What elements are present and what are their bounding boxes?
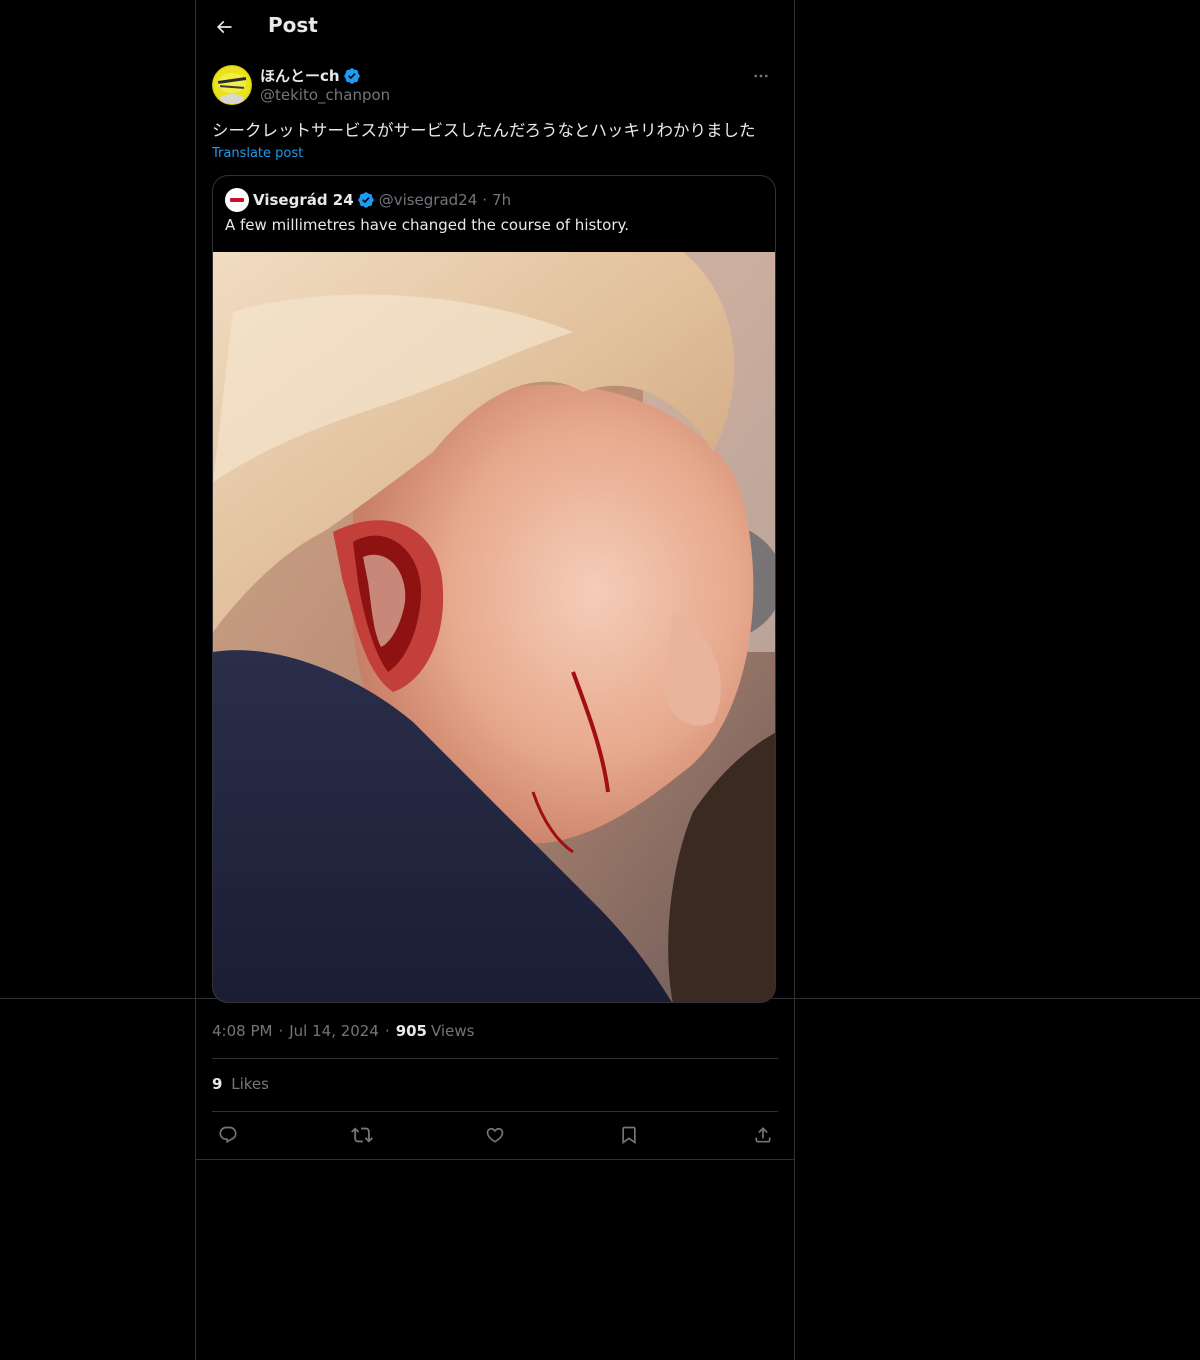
heart-icon [485, 1125, 505, 1145]
quoted-post-time: 7h [492, 191, 512, 209]
divider [212, 1111, 778, 1112]
reply-button[interactable] [212, 1119, 244, 1151]
bookmark-button[interactable] [613, 1119, 645, 1151]
post-column: Post ほんとーch @tekito_chanpon シークレットサービスがサ… [195, 0, 795, 1360]
post-bottom-border [196, 1159, 794, 1160]
repost-icon [351, 1124, 373, 1146]
separator-dot: · [384, 1022, 390, 1040]
header: Post [196, 0, 794, 54]
separator-dot: · [482, 191, 488, 209]
author-name[interactable]: ほんとーch [260, 65, 361, 86]
post-text: シークレットサービスがサービスしたんだろうなとハッキリわかりました [212, 121, 756, 140]
bookmark-icon [619, 1125, 639, 1145]
post-date[interactable]: Jul 14, 2024 [289, 1022, 379, 1040]
more-horizontal-icon [752, 67, 770, 85]
author-name-label: ほんとーch [260, 67, 340, 85]
post-actions [212, 1119, 778, 1151]
reply-icon [218, 1125, 238, 1145]
post-author: ほんとーch @tekito_chanpon [212, 64, 778, 106]
likes-summary[interactable]: 9 Likes [212, 1075, 269, 1093]
quoted-author-name: Visegrád 24 [253, 191, 354, 209]
quoted-post-header: Visegrád 24 @visegrad24 · 7h [225, 188, 511, 212]
post-meta: 4:08 PM · Jul 14, 2024 · 905 Views [212, 1022, 474, 1040]
more-button[interactable] [746, 64, 776, 88]
likes-label: Likes [231, 1075, 269, 1093]
quoted-author-handle: @visegrad24 [378, 191, 478, 209]
post-time[interactable]: 4:08 PM [212, 1022, 272, 1040]
quoted-post-text: A few millimetres have changed the cours… [225, 216, 630, 234]
verified-badge-icon [357, 191, 375, 209]
divider [212, 1058, 778, 1059]
share-icon [753, 1125, 773, 1145]
arrow-left-icon [214, 17, 234, 37]
verified-badge-icon [343, 67, 361, 85]
page-title: Post [268, 13, 318, 37]
translate-post-link[interactable]: Translate post [212, 146, 303, 161]
quoted-post-photo[interactable] [213, 252, 775, 1002]
like-button[interactable] [479, 1119, 511, 1151]
views-count: 905 [395, 1022, 427, 1040]
author-handle[interactable]: @tekito_chanpon [260, 86, 390, 104]
likes-count: 9 [212, 1075, 223, 1093]
separator-dot: · [278, 1022, 284, 1040]
quoted-avatar [225, 188, 249, 212]
share-button[interactable] [747, 1119, 779, 1151]
views-label: Views [431, 1022, 475, 1040]
back-button[interactable] [208, 11, 240, 43]
repost-button[interactable] [346, 1119, 378, 1151]
avatar[interactable] [212, 65, 252, 105]
quoted-post[interactable]: Visegrád 24 @visegrad24 · 7h A few milli… [212, 175, 776, 1003]
